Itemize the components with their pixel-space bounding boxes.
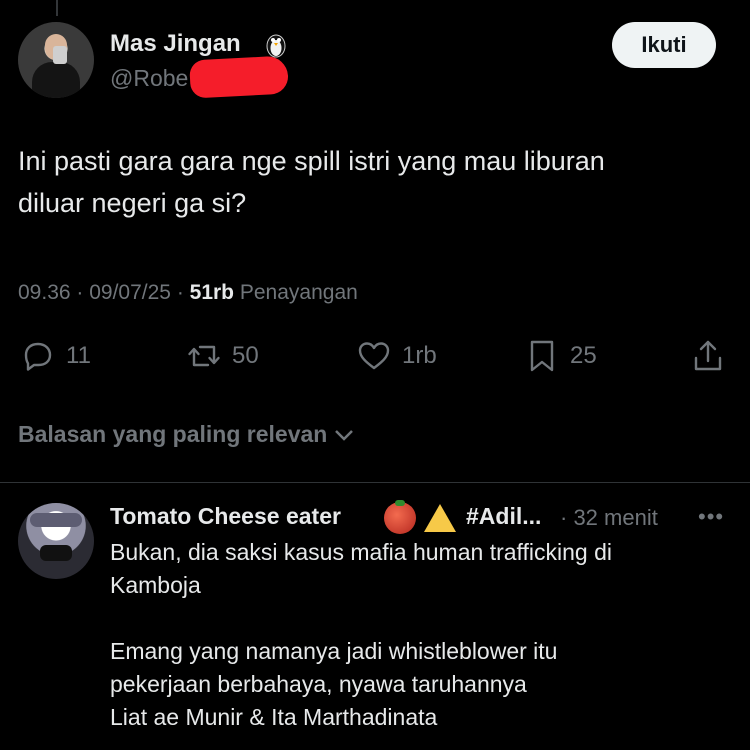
retweet-icon bbox=[188, 345, 220, 367]
tweet-date[interactable]: 09/07/25 bbox=[89, 281, 171, 304]
tweet-text-line: diluar negeri ga si? bbox=[18, 188, 247, 218]
tweet-meta: 09.36 · 09/07/25 · 51rb Penayangan bbox=[18, 281, 358, 305]
reply-time[interactable]: · 32 menit bbox=[560, 505, 658, 531]
avatar-mask bbox=[40, 545, 72, 561]
share-icon bbox=[694, 340, 722, 371]
reply-text-line: Bukan, dia saksi kasus mafia human traff… bbox=[110, 539, 612, 565]
avatar-phone bbox=[53, 46, 67, 64]
reply-author-name[interactable]: Tomato Cheese eater bbox=[110, 503, 341, 530]
meta-separator: · bbox=[176, 281, 190, 304]
reply-text: Bukan, dia saksi kasus mafia human traff… bbox=[110, 536, 730, 734]
share-button[interactable] bbox=[690, 338, 726, 374]
author-avatar[interactable] bbox=[18, 22, 94, 98]
thread-line bbox=[56, 0, 58, 16]
like-count: 1rb bbox=[402, 342, 437, 369]
reply-text-line: pekerjaan berbahaya, nyawa taruhannya bbox=[110, 671, 527, 697]
tweet-text-line: Ini pasti gara gara nge spill istri yang… bbox=[18, 146, 605, 176]
cheese-emoji bbox=[424, 504, 456, 532]
bookmark-icon bbox=[530, 340, 554, 372]
heart-icon bbox=[358, 342, 390, 370]
reply-hashtag[interactable]: #Adil... bbox=[466, 503, 541, 530]
chevron-down-icon bbox=[335, 429, 354, 441]
views-count[interactable]: 51rb bbox=[190, 281, 234, 304]
reply-text-line: Liat ae Munir & Ita Marthadinata bbox=[110, 704, 438, 730]
tweet-time[interactable]: 09.36 bbox=[18, 281, 71, 304]
tweet-text: Ini pasti gara gara nge spill istri yang… bbox=[18, 140, 718, 224]
author-handle[interactable]: @Robe bbox=[110, 65, 188, 92]
avatar-crown bbox=[30, 513, 82, 527]
bookmark-count: 25 bbox=[570, 342, 597, 369]
redaction-mark bbox=[189, 55, 289, 99]
retweet-count: 50 bbox=[232, 342, 259, 369]
reply-avatar[interactable] bbox=[18, 503, 94, 579]
reply-text-line: Emang yang namanya jadi whistleblower it… bbox=[110, 638, 558, 664]
like-button[interactable]: 1rb bbox=[356, 338, 437, 374]
divider bbox=[0, 482, 750, 483]
reply-icon bbox=[24, 342, 52, 371]
reply-button[interactable]: 11 bbox=[20, 338, 91, 374]
reply-sort-dropdown[interactable]: Balasan yang paling relevan bbox=[18, 421, 355, 448]
meta-separator: · bbox=[76, 281, 90, 304]
retweet-button[interactable]: 50 bbox=[186, 338, 259, 374]
follow-button[interactable]: Ikuti bbox=[612, 22, 716, 68]
penguin-icon bbox=[266, 34, 286, 58]
more-options-icon[interactable]: ••• bbox=[698, 504, 724, 530]
bookmark-button[interactable]: 25 bbox=[524, 338, 597, 374]
avatar-body bbox=[32, 62, 80, 98]
sort-label: Balasan yang paling relevan bbox=[18, 421, 328, 447]
views-label: Penayangan bbox=[239, 281, 358, 304]
reply-text-line: Kamboja bbox=[110, 572, 201, 598]
reply-count: 11 bbox=[66, 342, 91, 369]
author-name[interactable]: Mas Jingan bbox=[110, 30, 241, 58]
tomato-emoji bbox=[384, 500, 416, 534]
